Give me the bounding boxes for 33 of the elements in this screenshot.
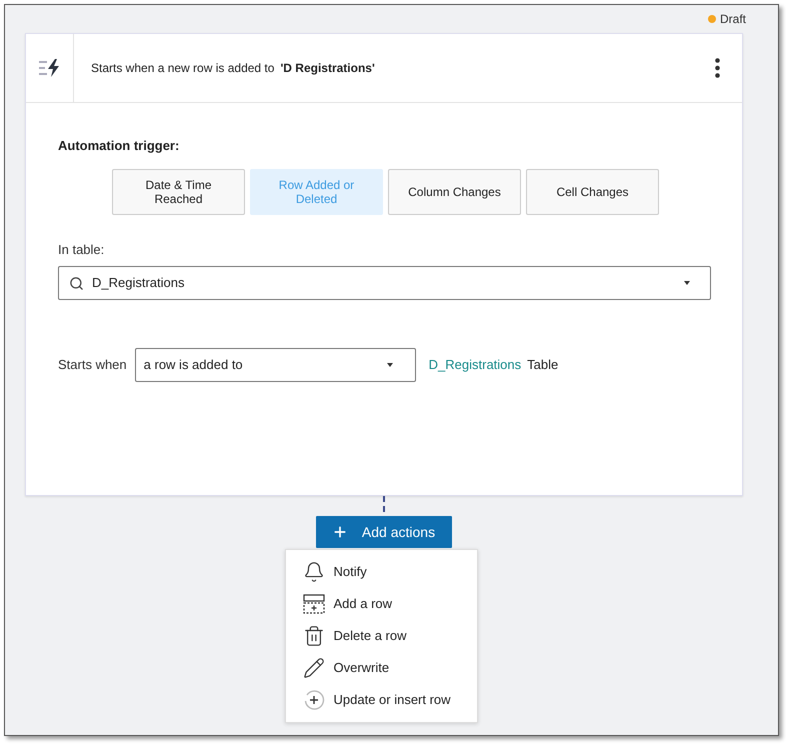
pencil-icon [302,657,324,679]
trigger-option[interactable]: Column Changes [388,168,521,214]
table-link[interactable]: D_Registrations [428,355,522,375]
event-select[interactable]: a row is added to [134,348,416,382]
menu-item[interactable]: Add a row [286,588,476,620]
circle-plus-icon [302,689,324,711]
table-value: D_Registrations [92,274,184,292]
table-select[interactable]: D_Registrations [58,266,711,300]
trigger-heading: Automation trigger: [58,137,180,155]
lightning-icon [38,58,62,78]
status-label: Draft [720,11,746,28]
plus-icon [332,524,348,540]
search-icon [69,276,84,290]
more-icon [714,58,720,78]
table-name: 'D Registrations' [280,60,375,77]
trigger-option[interactable]: Date & Time Reached [112,168,245,214]
caret-icon [386,363,393,367]
table-label: In table: [58,240,106,258]
starts-when-label: Starts when [58,356,127,374]
menu-item[interactable]: Overwrite [286,652,476,684]
connector-line [383,496,385,512]
caret-icon [684,281,690,285]
add-actions-button[interactable]: Add actions [316,516,452,548]
trigger-option[interactable]: Cell Changes [526,168,659,214]
trigger-summary: Starts when a new row is added to [91,60,274,77]
table-suffix: Table [527,356,558,374]
menu-item[interactable]: Delete a row [286,620,476,652]
event-value: a row is added to [144,356,243,374]
menu-item[interactable]: Notify [286,556,476,588]
add-row-icon [302,593,324,615]
trash-icon [302,625,324,647]
bell-icon [302,561,324,583]
menu-item[interactable]: Update or insert row [286,684,476,716]
